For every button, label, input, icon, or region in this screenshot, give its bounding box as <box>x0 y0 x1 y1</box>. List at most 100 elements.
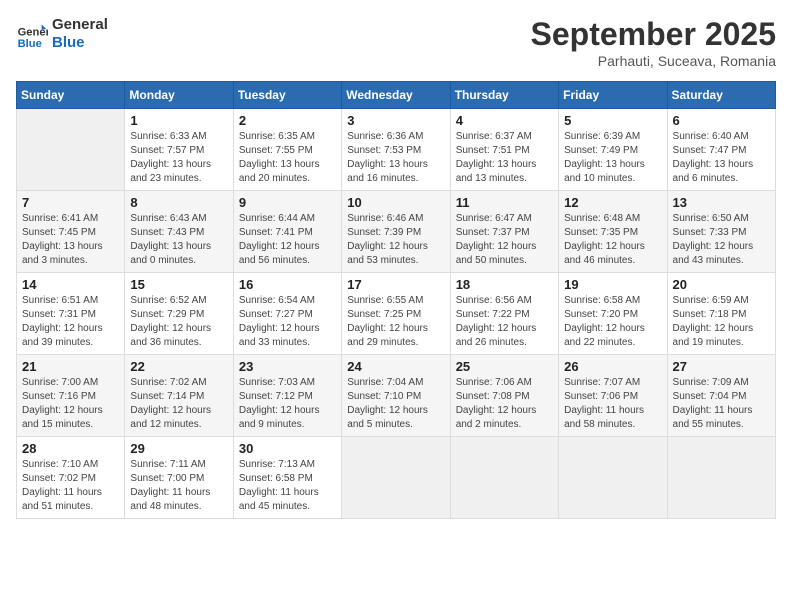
calendar-cell: 25Sunrise: 7:06 AM Sunset: 7:08 PM Dayli… <box>450 355 558 437</box>
day-info: Sunrise: 7:03 AM Sunset: 7:12 PM Dayligh… <box>239 376 336 432</box>
day-number: 27 <box>673 359 770 374</box>
logo-general: General <box>52 16 108 34</box>
weekday-friday: Friday <box>559 82 667 109</box>
calendar-cell <box>342 437 450 519</box>
calendar-cell: 15 Sunrise: 6:52 AM Sunset: 7:29 PM Dayli… <box>125 273 233 355</box>
day-info: Sunrise: 6:50 AM Sunset: 7:33 PM Dayligh… <box>673 212 770 268</box>
day-info: Sunrise: 6:39 AM Sunset: 7:49 PM Dayligh… <box>564 130 661 186</box>
day-info: Sunrise: 7:10 AM Sunset: 7:02 PM Dayligh… <box>22 458 119 514</box>
day-number: 24 <box>347 359 444 374</box>
day-info: Sunrise: 7:09 AM Sunset: 7:04 PM Dayligh… <box>673 376 770 432</box>
logo-blue: Blue <box>52 34 108 52</box>
day-info: Sunrise: 7:11 AM Sunset: 7:00 PM Dayligh… <box>130 458 227 514</box>
calendar-cell: 24 Sunrise: 7:04 AM Sunset: 7:10 PM Dayli… <box>342 355 450 437</box>
svg-text:Blue: Blue <box>18 38 42 50</box>
day-info: Sunrise: 7:04 AM Sunset: 7:10 PM Dayligh… <box>347 376 444 432</box>
day-info: Sunrise: 6:46 AM Sunset: 7:39 PM Dayligh… <box>347 212 444 268</box>
day-number: 9 <box>239 195 336 210</box>
calendar-cell <box>559 437 667 519</box>
day-number: 1 <box>130 113 227 128</box>
calendar-cell: 28 Sunrise: 7:10 AM Sunset: 7:02 PM Dayli… <box>17 437 125 519</box>
calendar-cell: 9 Sunrise: 6:44 AM Sunset: 7:41 PM Daylig… <box>233 191 341 273</box>
day-info: Sunrise: 6:58 AM Sunset: 7:20 PM Dayligh… <box>564 294 661 350</box>
logo: General Blue General Blue <box>16 16 108 52</box>
day-number: 30 <box>239 441 336 456</box>
calendar-cell: 8Sunrise: 6:43 AM Sunset: 7:43 PM Daylig… <box>125 191 233 273</box>
day-number: 8 <box>130 195 227 210</box>
calendar-week-1: 1Sunrise: 6:33 AM Sunset: 7:57 PM Daylig… <box>17 109 776 191</box>
day-info: Sunrise: 6:52 AM Sunset: 7:29 PM Dayligh… <box>130 294 227 350</box>
calendar-cell: 4 Sunrise: 6:37 AM Sunset: 7:51 PM Daylig… <box>450 109 558 191</box>
calendar-cell: 14 Sunrise: 6:51 AM Sunset: 7:31 PM Dayli… <box>17 273 125 355</box>
day-info: Sunrise: 6:59 AM Sunset: 7:18 PM Dayligh… <box>673 294 770 350</box>
day-number: 4 <box>456 113 553 128</box>
calendar-cell: 6 Sunrise: 6:40 AM Sunset: 7:47 PM Daylig… <box>667 109 775 191</box>
calendar-week-4: 21Sunrise: 7:00 AM Sunset: 7:16 PM Dayli… <box>17 355 776 437</box>
location-subtitle: Parhauti, Suceava, Romania <box>531 53 776 69</box>
day-number: 22 <box>130 359 227 374</box>
calendar-cell: 11 Sunrise: 6:47 AM Sunset: 7:37 PM Dayli… <box>450 191 558 273</box>
calendar-cell <box>667 437 775 519</box>
day-info: Sunrise: 7:07 AM Sunset: 7:06 PM Dayligh… <box>564 376 661 432</box>
day-number: 15 <box>130 277 227 292</box>
day-info: Sunrise: 6:36 AM Sunset: 7:53 PM Dayligh… <box>347 130 444 186</box>
day-info: Sunrise: 6:44 AM Sunset: 7:41 PM Dayligh… <box>239 212 336 268</box>
day-number: 20 <box>673 277 770 292</box>
weekday-thursday: Thursday <box>450 82 558 109</box>
calendar-cell: 29 Sunrise: 7:11 AM Sunset: 7:00 PM Dayli… <box>125 437 233 519</box>
calendar-body: 1Sunrise: 6:33 AM Sunset: 7:57 PM Daylig… <box>17 109 776 519</box>
day-number: 13 <box>673 195 770 210</box>
weekday-header-row: SundayMondayTuesdayWednesdayThursdayFrid… <box>17 82 776 109</box>
calendar-cell: 30Sunrise: 7:13 AM Sunset: 6:58 PM Dayli… <box>233 437 341 519</box>
day-info: Sunrise: 6:55 AM Sunset: 7:25 PM Dayligh… <box>347 294 444 350</box>
calendar-cell: 27 Sunrise: 7:09 AM Sunset: 7:04 PM Dayli… <box>667 355 775 437</box>
day-info: Sunrise: 6:40 AM Sunset: 7:47 PM Dayligh… <box>673 130 770 186</box>
weekday-saturday: Saturday <box>667 82 775 109</box>
calendar-cell: 3 Sunrise: 6:36 AM Sunset: 7:53 PM Daylig… <box>342 109 450 191</box>
day-number: 3 <box>347 113 444 128</box>
weekday-wednesday: Wednesday <box>342 82 450 109</box>
calendar-week-3: 14 Sunrise: 6:51 AM Sunset: 7:31 PM Dayli… <box>17 273 776 355</box>
day-number: 28 <box>22 441 119 456</box>
day-number: 12 <box>564 195 661 210</box>
weekday-monday: Monday <box>125 82 233 109</box>
day-info: Sunrise: 6:51 AM Sunset: 7:31 PM Dayligh… <box>22 294 119 350</box>
day-number: 14 <box>22 277 119 292</box>
day-number: 16 <box>239 277 336 292</box>
day-info: Sunrise: 7:02 AM Sunset: 7:14 PM Dayligh… <box>130 376 227 432</box>
calendar-cell: 20 Sunrise: 6:59 AM Sunset: 7:18 PM Dayli… <box>667 273 775 355</box>
day-number: 29 <box>130 441 227 456</box>
calendar-week-5: 28 Sunrise: 7:10 AM Sunset: 7:02 PM Dayli… <box>17 437 776 519</box>
page-header: General Blue General Blue September 2025… <box>16 16 776 69</box>
day-number: 2 <box>239 113 336 128</box>
calendar-table: SundayMondayTuesdayWednesdayThursdayFrid… <box>16 81 776 519</box>
logo-icon: General Blue <box>16 18 48 50</box>
calendar-cell: 23 Sunrise: 7:03 AM Sunset: 7:12 PM Dayli… <box>233 355 341 437</box>
day-info: Sunrise: 6:56 AM Sunset: 7:22 PM Dayligh… <box>456 294 553 350</box>
day-info: Sunrise: 6:47 AM Sunset: 7:37 PM Dayligh… <box>456 212 553 268</box>
calendar-cell: 1Sunrise: 6:33 AM Sunset: 7:57 PM Daylig… <box>125 109 233 191</box>
calendar-week-2: 7Sunrise: 6:41 AM Sunset: 7:45 PM Daylig… <box>17 191 776 273</box>
calendar-cell: 18Sunrise: 6:56 AM Sunset: 7:22 PM Dayli… <box>450 273 558 355</box>
day-number: 26 <box>564 359 661 374</box>
calendar-cell: 16Sunrise: 6:54 AM Sunset: 7:27 PM Dayli… <box>233 273 341 355</box>
weekday-tuesday: Tuesday <box>233 82 341 109</box>
day-number: 6 <box>673 113 770 128</box>
calendar-cell <box>17 109 125 191</box>
title-block: September 2025 Parhauti, Suceava, Romani… <box>531 16 776 69</box>
day-info: Sunrise: 6:35 AM Sunset: 7:55 PM Dayligh… <box>239 130 336 186</box>
calendar-cell: 2 Sunrise: 6:35 AM Sunset: 7:55 PM Daylig… <box>233 109 341 191</box>
weekday-sunday: Sunday <box>17 82 125 109</box>
day-number: 23 <box>239 359 336 374</box>
day-number: 10 <box>347 195 444 210</box>
calendar-cell: 22 Sunrise: 7:02 AM Sunset: 7:14 PM Dayli… <box>125 355 233 437</box>
month-title: September 2025 <box>531 16 776 53</box>
calendar-cell: 19 Sunrise: 6:58 AM Sunset: 7:20 PM Dayli… <box>559 273 667 355</box>
day-number: 11 <box>456 195 553 210</box>
day-number: 17 <box>347 277 444 292</box>
day-info: Sunrise: 7:00 AM Sunset: 7:16 PM Dayligh… <box>22 376 119 432</box>
day-info: Sunrise: 6:37 AM Sunset: 7:51 PM Dayligh… <box>456 130 553 186</box>
day-number: 19 <box>564 277 661 292</box>
calendar-cell: 26 Sunrise: 7:07 AM Sunset: 7:06 PM Dayli… <box>559 355 667 437</box>
calendar-cell: 17 Sunrise: 6:55 AM Sunset: 7:25 PM Dayli… <box>342 273 450 355</box>
